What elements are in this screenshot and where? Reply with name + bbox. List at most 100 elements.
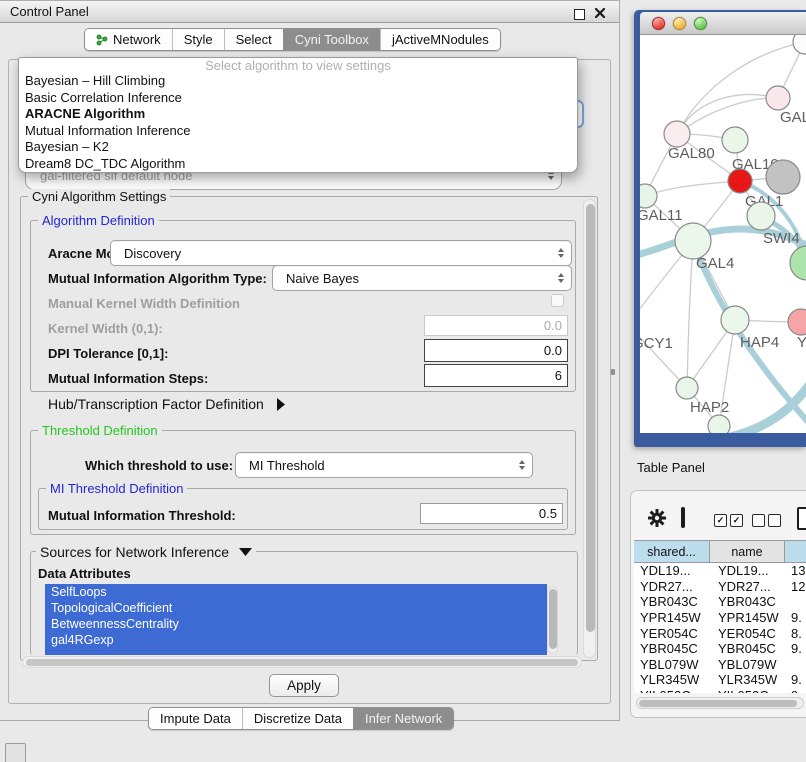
- table-cell: YER054C: [710, 626, 785, 641]
- tab-infer-network[interactable]: Infer Network: [353, 708, 453, 729]
- which-threshold-label: Which threshold to use:: [85, 458, 233, 473]
- network-node-hap2[interactable]: [676, 377, 698, 399]
- network-canvas[interactable]: GALGAL80GAL10GAL1GAL11SWI4GAL4GCY1HAP4YH…: [640, 35, 806, 433]
- table-panel-title: Table Panel: [637, 460, 705, 475]
- column-header-clipped[interactable]: [785, 541, 806, 562]
- algorithm-option[interactable]: Dream8 DC_TDC Algorithm: [19, 156, 577, 173]
- tab-style[interactable]: Style: [172, 29, 224, 50]
- algorithm-option[interactable]: Mutual Information Inference: [19, 123, 577, 140]
- attributes-scrollbar[interactable]: [547, 586, 558, 654]
- settings-scrollbar-thumb[interactable]: [586, 204, 595, 632]
- mi-steps-label: Mutual Information Steps:: [48, 371, 208, 386]
- attributes-scrollbar-thumb[interactable]: [549, 589, 557, 649]
- column-header-name[interactable]: name: [710, 541, 785, 562]
- table-cell: YDL19...: [710, 563, 785, 578]
- which-threshold-combo[interactable]: MI Threshold: [235, 452, 533, 478]
- mi-algorithm-type-combo[interactable]: Naive Bayes: [272, 265, 572, 291]
- manual-kernel-label: Manual Kernel Width Definition: [48, 296, 240, 311]
- network-node-gal[interactable]: [766, 86, 790, 110]
- deselect-all-checks-icon[interactable]: [752, 514, 781, 527]
- table-row[interactable]: YBR045CYBR045C9.: [634, 641, 806, 657]
- network-node-hap4[interactable]: [721, 306, 749, 334]
- dpi-tolerance-field[interactable]: 0.0: [424, 339, 568, 362]
- settings-scrollbar[interactable]: [583, 199, 596, 658]
- sources-title-toggle[interactable]: Sources for Network Inference: [36, 544, 256, 560]
- minimize-traffic-light-icon[interactable]: [673, 17, 686, 30]
- tab-jactivemnodules[interactable]: jActiveMNodules: [380, 29, 500, 50]
- data-attribute-item[interactable]: SelfLoops: [45, 584, 547, 600]
- aracne-mode-combo[interactable]: Discovery: [110, 240, 572, 266]
- table-cell: 12: [785, 579, 806, 594]
- algorithm-dropdown-list: Bayesian – Hill ClimbingBasic Correlatio…: [19, 73, 577, 172]
- table-row[interactable]: YDL19...YDL19...13: [634, 563, 806, 579]
- apply-button[interactable]: Apply: [269, 674, 339, 697]
- table-cell: YIL052C: [634, 688, 710, 693]
- table-cell: 9: [785, 688, 806, 693]
- mi-steps-field[interactable]: 6: [424, 364, 568, 387]
- zoom-traffic-light-icon[interactable]: [694, 17, 707, 30]
- network-node-y[interactable]: [788, 309, 806, 335]
- algorithm-option[interactable]: ARACNE Algorithm: [19, 106, 577, 123]
- network-node-gal1[interactable]: [728, 169, 752, 193]
- algorithm-definition-title: Algorithm Definition: [38, 213, 159, 228]
- table-row[interactable]: YDR27...YDR27...12: [634, 579, 806, 595]
- settings-hscrollbar[interactable]: [22, 656, 582, 668]
- network-window-titlebar: [640, 12, 806, 35]
- table-row[interactable]: YIL052CYIL052C9: [634, 688, 806, 693]
- split-columns-icon[interactable]: [681, 507, 685, 528]
- network-node[interactable]: [790, 246, 806, 280]
- network-node-gal10[interactable]: [722, 127, 748, 153]
- algorithm-option[interactable]: Bayesian – Hill Climbing: [19, 73, 577, 90]
- network-node-gal80[interactable]: [664, 121, 690, 147]
- mi-threshold-field[interactable]: 0.5: [420, 503, 563, 524]
- control-panel-title: Control Panel: [0, 4, 89, 19]
- dpi-tolerance-value: 0.0: [544, 343, 562, 358]
- network-node[interactable]: [708, 415, 730, 433]
- kernel-width-label: Kernel Width (0,1):: [48, 321, 163, 336]
- tab-impute-data[interactable]: Impute Data: [149, 708, 242, 729]
- tab-select[interactable]: Select: [224, 29, 283, 50]
- table-cell: YBR045C: [710, 641, 785, 656]
- network-node-gal4[interactable]: [675, 223, 711, 259]
- network-node[interactable]: [793, 35, 806, 54]
- hub-tf-definition-toggle[interactable]: Hub/Transcription Factor Definition: [48, 396, 286, 412]
- table-cell: YLR345W: [634, 672, 710, 687]
- table-hscrollbar[interactable]: [636, 697, 804, 709]
- close-icon[interactable]: [595, 5, 605, 23]
- document-icon[interactable]: [797, 507, 806, 530]
- network-node[interactable]: [766, 160, 800, 194]
- spinner-icon: [519, 460, 525, 470]
- table-row[interactable]: YLR345WYLR345W9.: [634, 672, 806, 688]
- table-header: shared... name: [634, 541, 806, 563]
- table-hscrollbar-thumb[interactable]: [639, 700, 797, 708]
- table-row[interactable]: YER054CYER054C8.: [634, 625, 806, 641]
- tab-network[interactable]: Network: [85, 29, 172, 50]
- table-cell: 8.: [785, 626, 806, 641]
- checked-box-icon: ✓: [714, 514, 727, 527]
- float-window-icon[interactable]: [574, 9, 585, 20]
- table-row[interactable]: YPR145WYPR145W9.: [634, 610, 806, 626]
- select-all-checks-icon[interactable]: ✓ ✓: [714, 514, 743, 527]
- table-row[interactable]: YBR043CYBR043C: [634, 594, 806, 610]
- minimized-panel-icon[interactable]: [5, 743, 26, 762]
- data-attribute-item[interactable]: BetweennessCentrality: [45, 616, 547, 632]
- table-row[interactable]: YBL079WYBL079W: [634, 657, 806, 673]
- mi-threshold-value: 0.5: [539, 506, 557, 521]
- algorithm-option[interactable]: Bayesian – K2: [19, 139, 577, 156]
- tab-label: Style: [184, 32, 213, 47]
- tab-cyni-toolbox[interactable]: Cyni Toolbox: [283, 29, 380, 50]
- column-header-shared-name[interactable]: shared...: [634, 541, 710, 562]
- panel-divider-handle[interactable]: [611, 369, 615, 375]
- data-attribute-item[interactable]: gal4RGexp: [45, 632, 547, 648]
- tab-discretize-data[interactable]: Discretize Data: [242, 708, 353, 729]
- close-traffic-light-icon[interactable]: [652, 17, 665, 30]
- kernel-width-field[interactable]: 0.0: [424, 315, 568, 336]
- manual-kernel-checkbox[interactable]: [551, 294, 564, 307]
- node-label: GCY1: [640, 335, 673, 352]
- network-node-swi4[interactable]: [747, 202, 775, 230]
- data-attribute-item[interactable]: TopologicalCoefficient: [45, 600, 547, 616]
- gear-icon[interactable]: [647, 508, 667, 533]
- settings-hscrollbar-thumb[interactable]: [26, 659, 578, 667]
- algorithm-option[interactable]: Basic Correlation Inference: [19, 90, 577, 107]
- table-cell: 9.: [785, 641, 806, 656]
